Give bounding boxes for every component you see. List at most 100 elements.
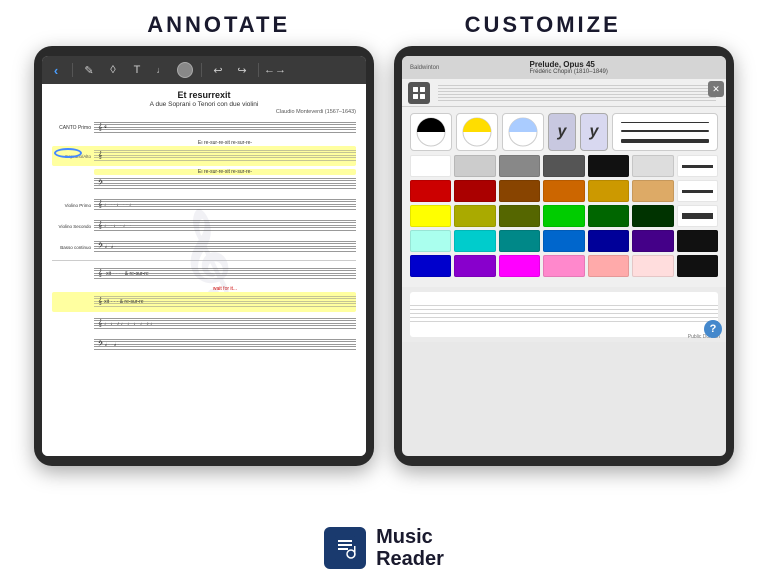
line-thin[interactable]	[621, 122, 709, 123]
staff-row-2-highlighted: Soprano/Alto 𝄞	[52, 146, 356, 166]
line-medium[interactable]	[621, 130, 709, 132]
staff-label-violin1: Violino Primo	[52, 203, 94, 208]
notes-basso: 𝄢 𝅗𝅥 · 𝅗𝅥 ·	[94, 238, 356, 256]
swatch-blackblock[interactable]	[677, 255, 718, 277]
note: 𝄞	[98, 222, 102, 230]
swatch-black[interactable]	[588, 155, 629, 177]
swatch-deepgreen[interactable]	[632, 205, 673, 227]
toolbar-separator2	[201, 63, 202, 77]
color-palette-wrapper	[410, 155, 718, 281]
swatch-darkyellow[interactable]	[588, 180, 629, 202]
note: 𝄞	[98, 152, 102, 160]
swatch-line-thin[interactable]	[677, 155, 718, 177]
swatch-line-medium[interactable]	[677, 180, 718, 202]
logo-name-line1: Music	[376, 526, 444, 548]
swatch-darkgray[interactable]	[543, 155, 584, 177]
help-button[interactable]: ?	[704, 320, 722, 338]
logo-name-line2: Reader	[376, 548, 444, 570]
notes-b2: 𝄞 xit · · · & re-sur-re	[94, 293, 356, 311]
staff-lines-3: 𝄢	[94, 175, 356, 193]
swatch-white[interactable]	[410, 155, 451, 177]
section-divider	[52, 260, 356, 261]
pen-option-yellow[interactable]	[456, 113, 498, 151]
note-icon[interactable]: ♩	[153, 62, 169, 78]
staff-row-bottom2-highlight: 𝄞 xit · · · & re-sur-re	[52, 292, 356, 312]
swatch-hotpink[interactable]	[543, 255, 584, 277]
staff-row-1: CANTO Primo 𝄞 𝄴	[52, 119, 356, 137]
swatch-palepink[interactable]	[632, 255, 673, 277]
swatch-lightcyan[interactable]	[410, 230, 451, 252]
logo-text: Music Reader	[376, 526, 444, 570]
undo-icon[interactable]: ↩	[210, 62, 226, 78]
bottom-staff-lines	[410, 305, 718, 325]
toolbar-separator3	[258, 63, 259, 77]
swatch-line-thick[interactable]	[677, 205, 718, 227]
note: 𝄞	[98, 320, 102, 328]
staff-row-violin2: Violino Secondo 𝄞 ♩ · ♩ · ♩ ·	[52, 217, 356, 235]
swatch-tan[interactable]	[632, 180, 673, 202]
staff-label-2: Soprano/Alto	[52, 154, 94, 159]
navigate-icon[interactable]: ←→	[267, 62, 283, 78]
redo-icon[interactable]: ↪	[234, 62, 250, 78]
staff-lines-b4: 𝄢 𝅗𝅥 · · 𝅗𝅥 ·	[94, 336, 356, 354]
notes-b4: 𝄢 𝅗𝅥 · · 𝅗𝅥 ·	[94, 336, 356, 354]
swatch-brown[interactable]	[499, 180, 540, 202]
staff-lines-v2: 𝄞 ♩ · ♩ · ♩ ·	[94, 217, 356, 235]
annotate-toolbar: ‹ ✎ ◊ T ♩ ↩ ↪ ←→	[42, 56, 366, 84]
header-row: ANNOTATE CUSTOMIZE	[0, 0, 768, 46]
customize-screen: Baldwinton Prelude, Opus 45 Frédéric Cho…	[402, 56, 726, 456]
text-icon[interactable]: T	[129, 62, 145, 78]
swatch-purple[interactable]	[632, 230, 673, 252]
back-chevron-icon[interactable]: ‹	[48, 62, 64, 78]
swatch-teal[interactable]	[499, 230, 540, 252]
swatch-cyan[interactable]	[454, 230, 495, 252]
swatch-blue[interactable]	[543, 230, 584, 252]
music-staff-mini	[438, 85, 716, 101]
swatch-yellow[interactable]	[410, 205, 451, 227]
notes-b1: 𝄞 xit · · · · & re-sur-re	[94, 265, 356, 283]
customize-sheet-header: Baldwinton Prelude, Opus 45 Frédéric Cho…	[402, 56, 726, 79]
swatch-blue2[interactable]	[410, 255, 451, 277]
swatch-lightgray[interactable]	[454, 155, 495, 177]
line-indicator-medium	[682, 190, 714, 193]
pen-option-bw[interactable]	[410, 113, 452, 151]
annotate-title: ANNOTATE	[147, 12, 290, 38]
swatch-line-xthick[interactable]	[677, 230, 718, 252]
note: 𝄞	[98, 201, 102, 209]
sheet-content: 𝄞 Et resurrexit A due Soprani o Tenori c…	[42, 84, 366, 456]
swatch-darkgreen[interactable]	[588, 205, 629, 227]
swatch-olive[interactable]	[499, 205, 540, 227]
swatch-darkred[interactable]	[454, 180, 495, 202]
pen-option-blue[interactable]	[502, 113, 544, 151]
line-thick[interactable]	[621, 139, 709, 143]
swatch-oliveyellow[interactable]	[454, 205, 495, 227]
staff-row-violin1: Violino Primo 𝄞 ♩ · · ♩ · · ♩	[52, 196, 356, 214]
swatch-violet[interactable]	[454, 255, 495, 277]
swatch-silver[interactable]	[632, 155, 673, 177]
grid-view-button[interactable]	[408, 82, 430, 104]
music-preview-bottom: Public Domain ?	[402, 287, 726, 342]
annotate-screen: ‹ ✎ ◊ T ♩ ↩ ↪ ←→ 𝄞 Et resurrexit A due S…	[42, 56, 366, 456]
color-circle[interactable]	[177, 62, 193, 78]
staff-row-bottom1: 𝄞 xit · · · · & re-sur-re	[52, 265, 356, 283]
swatch-darkblue[interactable]	[588, 230, 629, 252]
close-button[interactable]: ✕	[708, 81, 724, 97]
staff-lines-2: 𝄞	[94, 147, 356, 165]
pen-options-row: y y	[410, 113, 718, 151]
swatch-gray[interactable]	[499, 155, 540, 177]
highlighter-icon[interactable]: ◊	[105, 62, 121, 78]
italic-y-button-1[interactable]: y	[548, 113, 576, 151]
color-grid	[410, 155, 718, 277]
note: 𝄢	[98, 179, 103, 189]
customize-location: Baldwinton	[410, 65, 439, 71]
pencil-icon[interactable]: ✎	[81, 62, 97, 78]
staff-label-1: CANTO Primo	[52, 125, 94, 131]
swatch-orange[interactable]	[543, 180, 584, 202]
swatch-magenta[interactable]	[499, 255, 540, 277]
line-style-panel[interactable]	[612, 113, 718, 151]
swatch-red[interactable]	[410, 180, 451, 202]
italic-y-button-2[interactable]: y	[580, 113, 608, 151]
swatch-green[interactable]	[543, 205, 584, 227]
staff-row-bottom4: 𝄢 𝅗𝅥 · · 𝅗𝅥 ·	[52, 336, 356, 354]
swatch-lightpink[interactable]	[588, 255, 629, 277]
